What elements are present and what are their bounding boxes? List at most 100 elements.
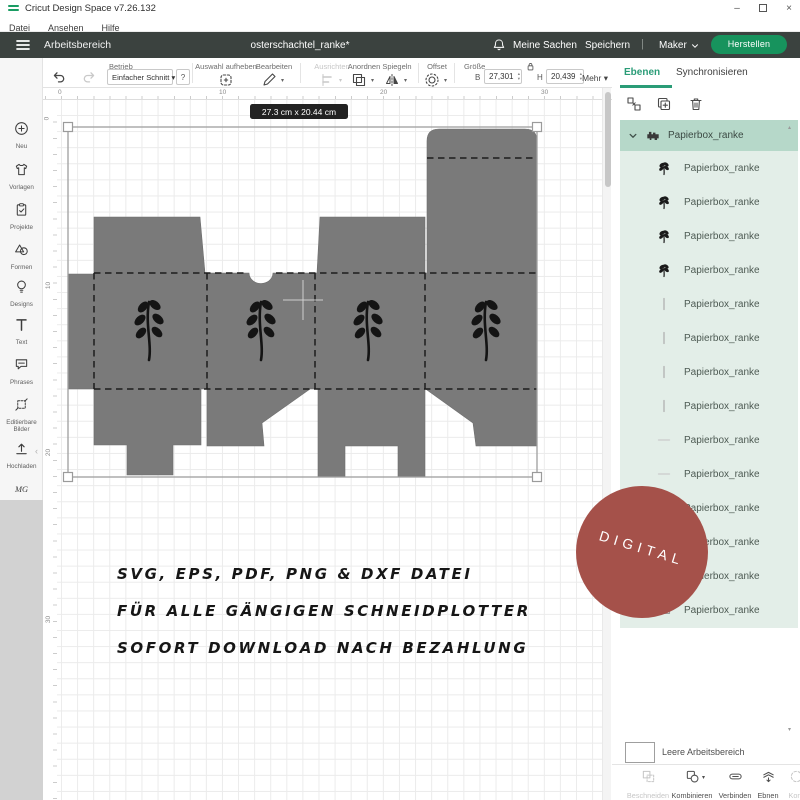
sidebar-item-phrases[interactable]: Phrases [0, 357, 43, 386]
trash-icon[interactable] [688, 96, 704, 112]
plus-circle-icon [14, 121, 29, 136]
size-label: Größe [464, 62, 485, 71]
sidebar-collapse-icon[interactable]: ‹ [35, 446, 38, 456]
contour-icon [789, 769, 800, 784]
hline-icon [656, 466, 672, 482]
mirror-icon[interactable] [384, 72, 400, 88]
vline-icon [656, 296, 672, 312]
empty-workspace-label: Leere Arbeitsbereich [662, 747, 745, 757]
group-thumb-icon [645, 129, 661, 142]
menubar: DateiAnsehenHilfe [0, 18, 800, 32]
chat-icon [14, 357, 29, 372]
layer-row[interactable]: Papierbox_ranke [620, 355, 798, 389]
width-label: B [475, 73, 480, 82]
bottom-tool-beschneiden: Beschneiden [625, 769, 671, 800]
canvas-stage: 27.3 cm x 20.44 cm [43, 88, 612, 800]
selection-handle[interactable] [533, 123, 542, 132]
combine-icon [685, 769, 700, 784]
hamburger-icon[interactable] [15, 37, 31, 53]
make-it-button[interactable]: Herstellen [711, 35, 787, 54]
layer-group-row[interactable]: Papierbox_ranke [620, 120, 798, 151]
minimize-icon[interactable]: – [726, 1, 748, 16]
more-button[interactable]: Mehr ▾ [582, 73, 608, 84]
deselect-icon[interactable] [218, 72, 234, 88]
lock-icon[interactable] [525, 61, 536, 72]
maximize-icon[interactable] [752, 1, 774, 16]
sidebar-item-formen[interactable]: Formen [0, 242, 43, 271]
pencil-icon[interactable] [261, 72, 277, 88]
layer-row[interactable]: Papierbox_ranke [620, 151, 798, 185]
duplicate-icon[interactable] [656, 96, 672, 112]
mirror-caret-icon[interactable]: ▾ [404, 77, 407, 84]
undo-icon[interactable] [51, 69, 67, 85]
chevron-down-icon[interactable] [690, 41, 700, 51]
selection-handle[interactable] [533, 473, 542, 482]
vline-icon [656, 398, 672, 414]
layer-row[interactable]: Papierbox_ranke [620, 423, 798, 457]
layer-row[interactable]: Papierbox_ranke [620, 185, 798, 219]
bell-icon[interactable] [492, 38, 506, 52]
tab-synchronisieren[interactable]: Synchronisieren [676, 67, 748, 78]
redo-icon[interactable] [81, 69, 97, 85]
active-tab-underline [620, 85, 672, 88]
offset-icon[interactable] [424, 72, 440, 88]
offset-label: Offset [427, 62, 447, 71]
selection-handle[interactable] [64, 123, 73, 132]
attach-icon[interactable] [626, 96, 642, 112]
sidebar-lower-area [0, 500, 43, 800]
help-button[interactable]: ? [176, 69, 190, 85]
linetype-select[interactable]: Einfacher Schnitt ▾ [107, 69, 173, 85]
scroll-down-icon[interactable]: ▾ [788, 726, 791, 733]
canvas-scrollbar[interactable] [602, 88, 611, 800]
monogram-icon: MG [14, 481, 29, 496]
arrange-icon[interactable] [351, 72, 367, 88]
sidebar-item-designs[interactable]: Designs [0, 279, 43, 308]
sidebar-item-projekte[interactable]: Projekte [0, 202, 43, 231]
dropdown-caret-icon[interactable]: ▾ [702, 774, 705, 781]
document-title[interactable]: osterschachtel_ranke* [220, 40, 380, 51]
tab-ebenen[interactable]: Ebenen [624, 67, 660, 78]
selection-handle[interactable] [64, 473, 73, 482]
edit-caret-icon[interactable]: ▾ [281, 77, 284, 84]
marketing-line: FÜR ALLE GÄNGIGEN SCHNEIDPLOTTER [117, 602, 531, 620]
chevron-down-icon[interactable] [628, 131, 638, 141]
sidebar-item-vorlagen[interactable]: Vorlagen [0, 162, 43, 191]
sidebar-item-neu[interactable]: Neu [0, 121, 43, 150]
vline-icon [656, 330, 672, 346]
workspace-color-swatch[interactable] [625, 742, 655, 763]
workspace-label: Arbeitsbereich [44, 39, 111, 51]
align-label: Ausrichten [314, 62, 349, 71]
offset-caret-icon[interactable]: ▾ [444, 77, 447, 84]
slice-icon [641, 769, 656, 784]
layer-row[interactable]: Papierbox_ranke [620, 219, 798, 253]
appbar: Arbeitsbereich osterschachtel_ranke* Mei… [0, 32, 800, 58]
machine-select[interactable]: Maker [659, 40, 687, 51]
arrange-caret-icon[interactable]: ▾ [371, 77, 374, 84]
height-input[interactable]: 20,439▴▾ [546, 69, 584, 84]
width-stepper[interactable]: ▴▾ [518, 71, 520, 81]
scrollbar-thumb[interactable] [605, 92, 611, 187]
digital-badge-text: DIGITAL [577, 521, 708, 575]
width-input[interactable]: 27,301▴▾ [484, 69, 522, 84]
layer-row[interactable]: Papierbox_ranke [620, 321, 798, 355]
sidebar-item-text[interactable]: Text [0, 317, 43, 346]
text-t-icon [14, 317, 29, 332]
vline-icon [656, 364, 672, 380]
mirror-label: Spiegeln [382, 62, 411, 71]
height-label: H [537, 73, 543, 82]
my-stuff-link[interactable]: Meine Sachen [513, 40, 577, 51]
align-icon [319, 72, 335, 88]
leaf-icon [656, 160, 672, 176]
bottom-tool-kont: Kont [773, 769, 800, 800]
appbar-divider: | [641, 38, 644, 50]
save-link[interactable]: Speichern [585, 40, 630, 51]
close-icon[interactable]: × [778, 1, 800, 16]
layer-row[interactable]: Papierbox_ranke [620, 389, 798, 423]
scroll-up-icon[interactable]: ▴ [788, 124, 791, 131]
sidebar-item-editierbare-bilder[interactable]: Editierbare Bilder [0, 397, 43, 433]
bottom-tool-kombinieren[interactable]: ▾Kombinieren [669, 769, 715, 800]
layer-row[interactable]: Papierbox_ranke [620, 287, 798, 321]
selection-dimensions: 27.3 cm x 20.44 cm [262, 107, 336, 117]
layer-row[interactable]: Papierbox_ranke [620, 253, 798, 287]
layers-panel: Ebenen Synchronisieren Papierbox_ranke P… [612, 58, 800, 800]
